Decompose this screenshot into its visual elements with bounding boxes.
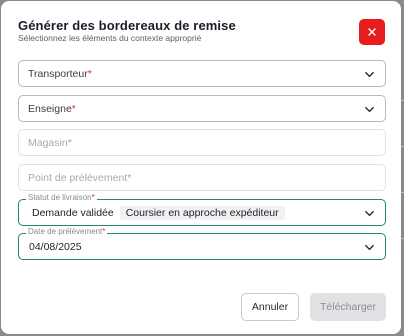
date-prelevement-value: 04/08/2025 (29, 241, 82, 253)
transporteur-label: Transporteur* (28, 68, 92, 80)
enseigne-select[interactable]: Enseigne* (18, 95, 386, 122)
chevron-down-icon (365, 244, 374, 251)
magasin-field: Magasin* (18, 129, 386, 156)
date-prelevement-select[interactable]: Date de prélèvement* 04/08/2025 (18, 227, 386, 260)
date-prelevement-label: Date de prélèvement* (26, 227, 108, 237)
chevron-down-icon (365, 210, 374, 217)
status-chip-coursier-en-approche[interactable]: Coursier en approche expéditeur (119, 206, 285, 220)
point-prelevement-field: Point de prélèvement* (18, 164, 386, 191)
chevron-down-icon (365, 71, 374, 78)
dialog-subtitle: Sélectionnez les éléments du contexte ap… (18, 33, 202, 43)
chevron-down-icon (365, 106, 374, 113)
magasin-label: Magasin* (28, 137, 72, 149)
dialog-title: Générer des bordereaux de remise (18, 18, 236, 33)
statut-livraison-select[interactable]: Statut de livraison* Demande validée Cou… (18, 193, 386, 226)
statut-livraison-label: Statut de livraison* (26, 193, 97, 203)
close-icon (368, 28, 376, 36)
download-button[interactable]: Télécharger (310, 293, 386, 321)
close-button[interactable] (359, 19, 385, 45)
point-prelevement-label: Point de prélèvement* (28, 172, 132, 184)
cancel-button[interactable]: Annuler (241, 293, 299, 321)
status-chip-demande-validee[interactable]: Demande validée (26, 206, 116, 220)
enseigne-label: Enseigne* (28, 103, 76, 115)
generate-slips-dialog: Générer des bordereaux de remise Sélecti… (1, 1, 401, 334)
selected-status-list: Demande validée Coursier en approche exp… (26, 206, 285, 220)
transporteur-select[interactable]: Transporteur* (18, 60, 386, 87)
